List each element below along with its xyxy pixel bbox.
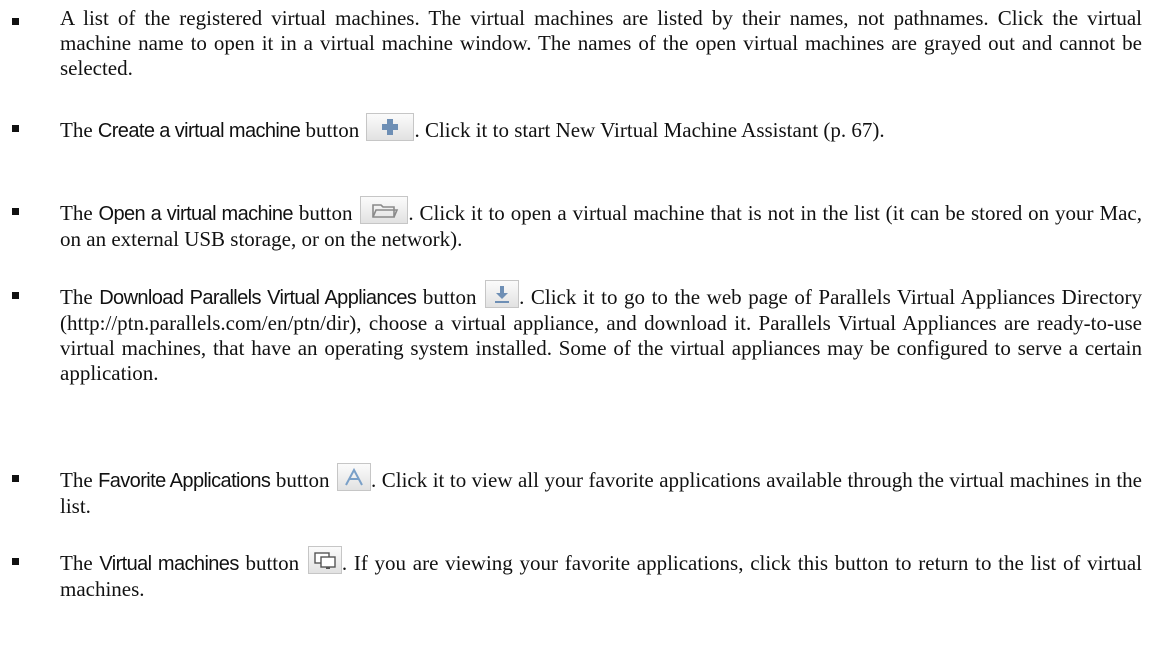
ui-term: Create a virtual machine xyxy=(97,120,301,142)
ui-term: Open a virtual machine xyxy=(98,203,294,225)
plus-icon xyxy=(366,113,415,141)
item-text: The Favorite Applications button . Click… xyxy=(60,463,1142,519)
item-text: A list of the registered virtual machine… xyxy=(60,6,1142,80)
item-text: The Virtual machines button . If you are… xyxy=(60,546,1142,602)
ui-term: Favorite Applications xyxy=(98,470,271,492)
bullet-marker xyxy=(12,208,19,215)
bullet-marker xyxy=(12,125,19,132)
item-text: The Download Parallels Virtual Appliance… xyxy=(60,280,1142,386)
download-icon xyxy=(485,280,520,308)
monitor-icon xyxy=(307,546,342,574)
bullet-marker xyxy=(12,18,19,25)
bullet-marker xyxy=(12,475,19,482)
folder-icon xyxy=(360,196,409,224)
bullet-marker xyxy=(12,292,19,299)
ui-term: Virtual machines xyxy=(99,553,239,575)
bullet-marker xyxy=(12,558,19,565)
document-page: A list of the registered virtual machine… xyxy=(0,0,1157,652)
item-text: The Open a virtual machine button . Clic… xyxy=(60,196,1142,252)
applications-icon xyxy=(336,463,371,491)
ui-term: Download Parallels Virtual Appliances xyxy=(99,287,417,309)
item-text: The Create a virtual machine button . Cl… xyxy=(60,113,1142,144)
